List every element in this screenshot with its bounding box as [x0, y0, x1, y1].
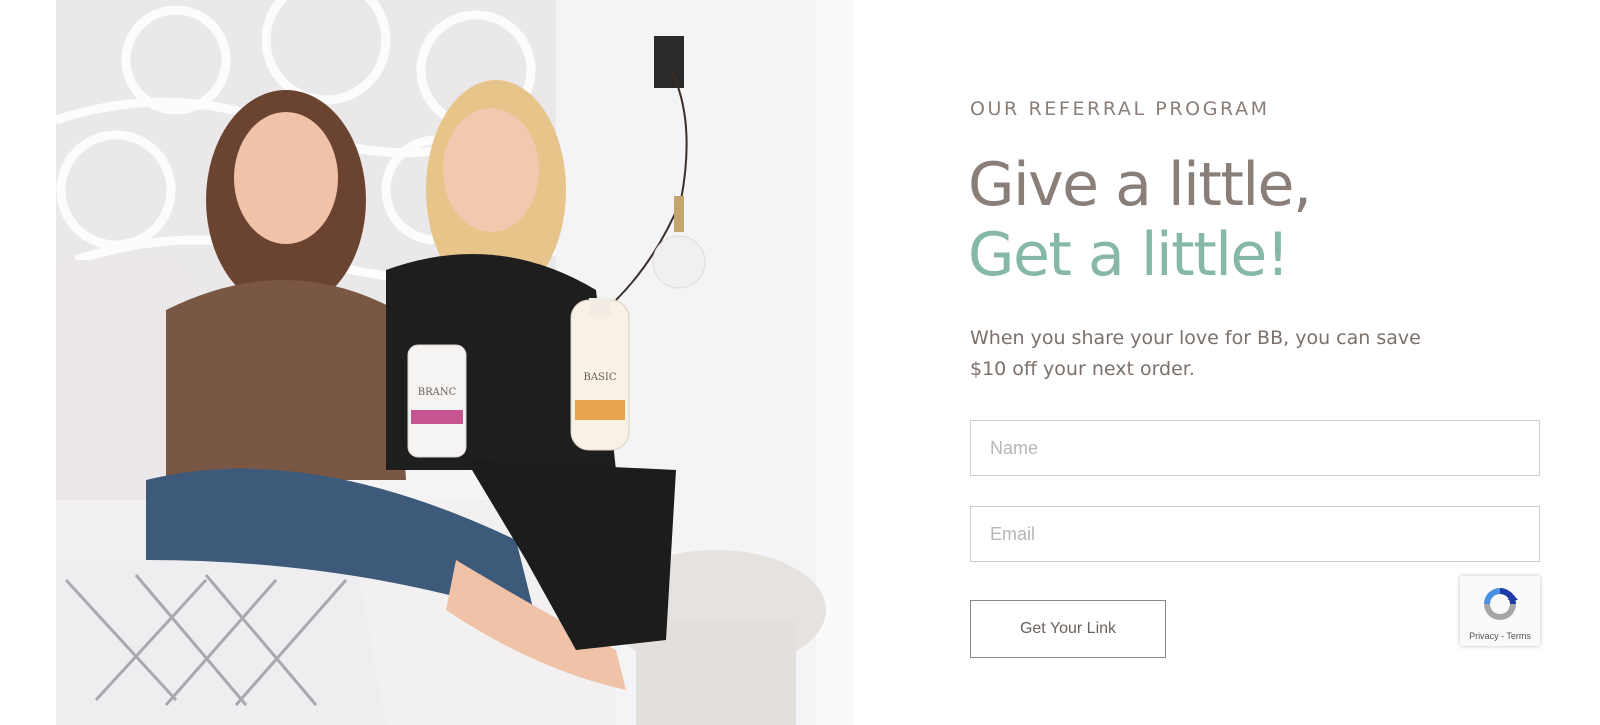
recaptcha-badge[interactable]: Privacy - Terms [1460, 576, 1540, 646]
recaptcha-terms-link[interactable]: Terms [1506, 631, 1531, 641]
email-input[interactable] [970, 506, 1540, 562]
svg-text:BASIC: BASIC [583, 372, 616, 383]
recaptcha-links: Privacy - Terms [1460, 631, 1540, 641]
headline-line-1: Give a little, [968, 150, 1312, 220]
hero-photo: BRANC BASIC [56, 0, 854, 725]
headline: Give a little, Get a little! [968, 150, 1312, 290]
svg-text:BRANC: BRANC [418, 387, 457, 398]
headline-line-2: Get a little! [968, 220, 1290, 290]
section-eyebrow: OUR REFERRAL PROGRAM [970, 98, 1270, 120]
recaptcha-icon [1484, 588, 1518, 620]
name-input[interactable] [970, 420, 1540, 476]
get-your-link-button[interactable]: Get Your Link [970, 600, 1166, 658]
description: When you share your love for BB, you can… [970, 327, 1421, 380]
recaptcha-privacy-link[interactable]: Privacy [1469, 631, 1499, 641]
